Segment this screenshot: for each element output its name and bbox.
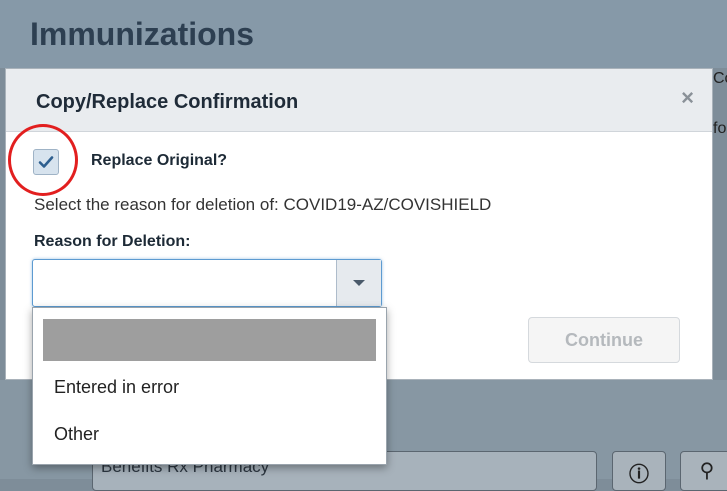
check-icon [38, 156, 54, 168]
page-title: Immunizations [30, 16, 255, 52]
dialog-header: Copy/Replace Confirmation × [6, 69, 712, 132]
close-icon[interactable]: × [681, 85, 694, 111]
replace-original-label: Replace Original? [91, 152, 228, 169]
reason-select[interactable] [32, 259, 382, 307]
background-text-fragment: Co [713, 70, 727, 87]
reason-dropdown-list: Entered in error Other [32, 307, 387, 465]
dropdown-option-entered-in-error[interactable]: Entered in error [54, 377, 179, 398]
dropdown-option-other[interactable]: Other [54, 424, 99, 445]
info-button[interactable]: ⓘ [612, 451, 666, 491]
dropdown-toggle[interactable] [336, 260, 381, 306]
dropdown-option-blank[interactable] [43, 319, 376, 361]
search-icon: ⚲ [699, 460, 715, 482]
deletion-reason-prompt: Select the reason for deletion of: COVID… [34, 195, 492, 214]
app-header: Immunizations [0, 0, 727, 68]
replace-original-checkbox[interactable] [33, 149, 59, 175]
search-button[interactable]: ⚲ [680, 451, 727, 491]
continue-button[interactable]: Continue [528, 317, 680, 363]
reason-for-deletion-label: Reason for Deletion: [34, 233, 191, 250]
background-text-fragment: fo [713, 120, 727, 137]
dialog-title: Copy/Replace Confirmation [36, 91, 299, 113]
chevron-down-icon [353, 280, 365, 286]
info-icon: ⓘ [629, 464, 649, 486]
